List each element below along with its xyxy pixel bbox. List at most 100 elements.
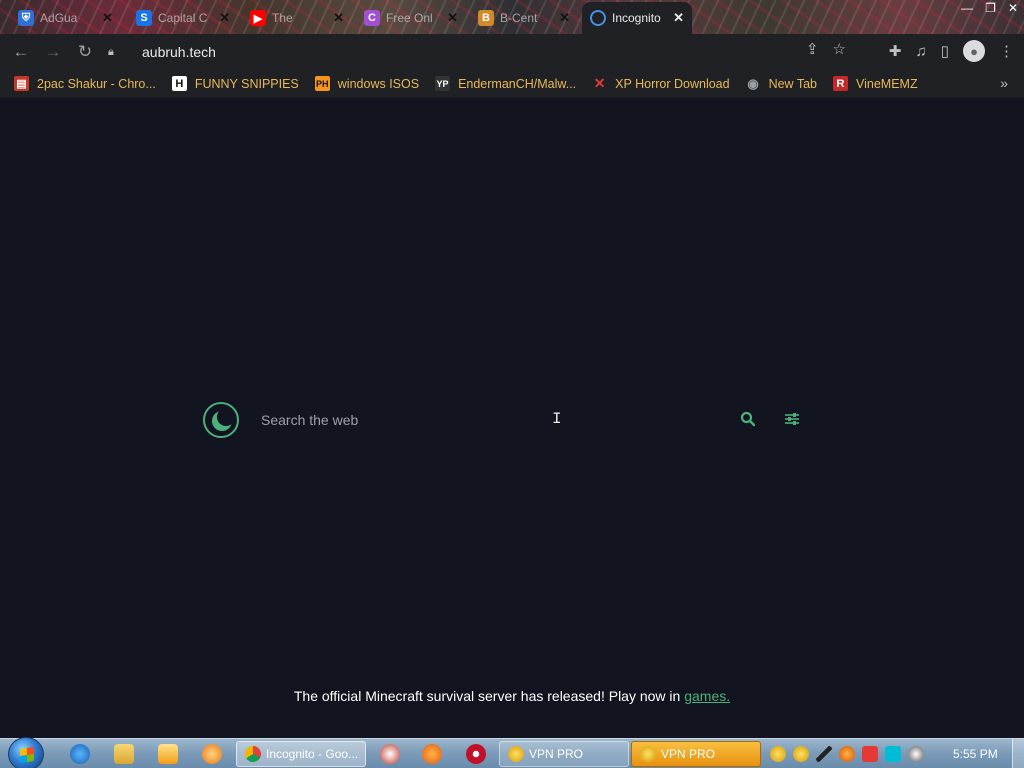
bookmark-item[interactable]: YP EndermanCH/Malw... xyxy=(435,76,576,91)
vpn-icon xyxy=(508,746,524,762)
tray-vpn-icon[interactable] xyxy=(793,746,809,762)
close-icon[interactable]: ✕ xyxy=(333,10,344,26)
chevron-double-right-icon[interactable]: » xyxy=(1000,75,1008,91)
moon-icon xyxy=(590,10,606,26)
bookmark-item[interactable]: ✕ XP Horror Download xyxy=(592,75,730,91)
tray-tool-icon[interactable] xyxy=(816,746,832,762)
x-icon: ✕ xyxy=(593,75,606,91)
c-icon: C xyxy=(364,10,380,26)
settings-button[interactable] xyxy=(782,409,802,429)
bookmark-item[interactable]: ▤ 2pac Shakur - Chro... xyxy=(14,76,156,91)
bookmark-label: XP Horror Download xyxy=(615,76,730,91)
app-red-icon[interactable] xyxy=(380,744,400,764)
forward-button[interactable]: → xyxy=(37,36,69,68)
store-icon: ▤ xyxy=(14,76,29,91)
taskbar-vpn-pro-active[interactable]: VPN PRO xyxy=(631,741,761,767)
taskbar-label: VPN PRO xyxy=(661,747,716,761)
address-bar[interactable]: 🔒︎ aubruh.tech xyxy=(108,38,848,66)
ph-icon: PH xyxy=(314,76,330,91)
bookmark-label: VineMEMZ xyxy=(856,76,918,91)
sliders-icon xyxy=(785,413,799,425)
close-icon[interactable]: ✕ xyxy=(447,10,458,26)
tray-speaker-icon[interactable] xyxy=(908,746,924,762)
search-bar: I xyxy=(203,398,813,442)
side-panel-icon[interactable]: ▯ xyxy=(941,42,949,60)
menu-icon[interactable]: ⋮ xyxy=(999,42,1014,60)
share-icon[interactable]: ⇪ xyxy=(806,40,819,58)
s-icon: S xyxy=(136,10,152,26)
close-icon[interactable]: ✕ xyxy=(219,10,230,26)
media-player-icon[interactable] xyxy=(158,744,178,764)
bookmarks-bar: ▤ 2pac Shakur - Chro... H FUNNY SNIPPIES… xyxy=(0,70,1024,98)
lock-icon: 🔒︎ xyxy=(108,45,114,58)
bookmark-item[interactable]: R VineMEMZ xyxy=(833,76,918,91)
folder-icon[interactable] xyxy=(114,744,134,764)
taskbar-chrome[interactable]: Incognito - Goo... xyxy=(236,741,366,767)
tab-free-online[interactable]: C Free Onl ✕ xyxy=(356,4,466,32)
youtube-icon: ▶ xyxy=(250,10,266,26)
show-desktop-button[interactable] xyxy=(1012,739,1024,768)
url-text: aubruh.tech xyxy=(142,44,216,60)
page-content: I The official Minecraft surviv xyxy=(0,98,1024,738)
b-icon: B xyxy=(478,10,494,26)
tray-monitor-icon[interactable] xyxy=(885,746,901,762)
internet-explorer-icon[interactable] xyxy=(70,744,90,764)
minimize-icon[interactable]: — xyxy=(961,1,973,15)
taskbar-label: Incognito - Goo... xyxy=(266,747,359,761)
tab-title: Incognito xyxy=(612,11,661,25)
search-input[interactable] xyxy=(261,408,731,432)
extensions-icon[interactable]: ✚ xyxy=(889,42,902,60)
bookmark-label: windows ISOS xyxy=(337,76,420,91)
shield-icon: ⛨ xyxy=(18,10,34,26)
toolbar-actions: ✚ ♫ ▯ ● ⋮ xyxy=(889,40,1014,62)
tab-title: AdGua xyxy=(40,11,78,25)
tray-search-icon[interactable] xyxy=(839,746,855,762)
bookmark-label: 2pac Shakur - Chro... xyxy=(37,76,156,91)
globe-icon: ◉ xyxy=(747,75,759,91)
window-controls: — ❐ ✕ xyxy=(961,1,1018,15)
restore-icon[interactable]: ❐ xyxy=(985,1,996,15)
media-icon[interactable]: ♫ xyxy=(915,43,926,60)
close-icon[interactable]: ✕ xyxy=(559,10,570,26)
screen: ⛨ AdGua ✕ S Capital C ✕ ▶ The ✕ C Free O… xyxy=(0,0,1024,768)
profile-avatar-icon[interactable]: ● xyxy=(963,40,985,62)
tab-capital[interactable]: S Capital C ✕ xyxy=(128,4,238,32)
tab-b-cent[interactable]: B B-Cent ✕ xyxy=(470,4,578,32)
reload-icon: ↻ xyxy=(77,42,93,61)
games-link[interactable]: games. xyxy=(684,688,730,704)
search-icon xyxy=(740,411,756,427)
bookmark-item[interactable]: PH windows ISOS xyxy=(314,76,420,91)
start-button[interactable] xyxy=(8,737,44,768)
tab-incognito[interactable]: Incognito ✕ xyxy=(582,2,692,34)
tab-adguard[interactable]: ⛨ AdGua ✕ xyxy=(10,4,124,32)
tab-title: B-Cent xyxy=(500,11,538,25)
taskbar: Incognito - Goo... VPN PRO VPN PRO 5:55 … xyxy=(0,737,1024,768)
firefox-icon[interactable] xyxy=(422,744,442,764)
announcement-text: The official Minecraft survival server h… xyxy=(293,688,685,704)
media-red-icon[interactable] xyxy=(466,744,486,764)
chrome-icon xyxy=(245,746,261,762)
app-icon[interactable] xyxy=(202,744,222,764)
h-icon: H xyxy=(171,76,187,91)
tab-youtube[interactable]: ▶ The ✕ xyxy=(242,4,352,32)
text-cursor-icon: I xyxy=(552,410,562,428)
back-button[interactable]: ← xyxy=(5,36,37,68)
address-bar-actions: ⇪ ☆ xyxy=(806,40,846,58)
star-icon[interactable]: ☆ xyxy=(833,40,846,58)
bookmark-label: FUNNY SNIPPIES xyxy=(194,76,299,91)
taskbar-label: VPN PRO xyxy=(529,747,584,761)
tray-vpn-icon[interactable] xyxy=(770,746,786,762)
r-icon: R xyxy=(833,76,848,91)
taskbar-vpn-pro[interactable]: VPN PRO xyxy=(499,741,629,767)
browser-toolbar: ← → ↻ 🔒︎ aubruh.tech ⇪ ☆ ✚ ♫ ▯ ● ⋮ xyxy=(0,34,1024,70)
search-button[interactable] xyxy=(738,409,758,429)
reload-button[interactable]: ↻ xyxy=(69,36,101,68)
bookmark-item[interactable]: H FUNNY SNIPPIES xyxy=(171,76,299,91)
close-icon[interactable]: ✕ xyxy=(673,10,684,26)
close-icon[interactable]: ✕ xyxy=(102,10,113,26)
bookmark-item[interactable]: ◉ New Tab xyxy=(746,76,817,91)
close-window-icon[interactable]: ✕ xyxy=(1008,1,1018,15)
tab-title: The xyxy=(272,11,293,25)
clock[interactable]: 5:55 PM xyxy=(953,747,998,761)
tray-flag-icon[interactable] xyxy=(862,746,878,762)
